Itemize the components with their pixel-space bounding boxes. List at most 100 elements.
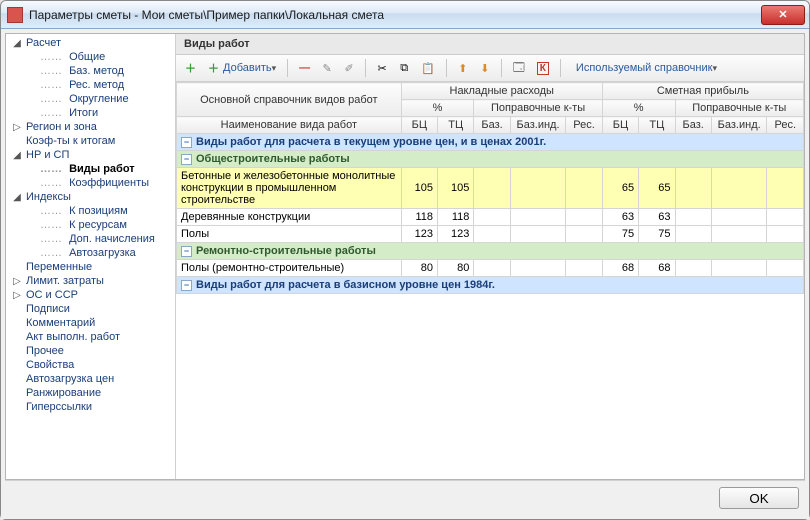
header-nr-bc[interactable]: БЦ <box>401 117 437 134</box>
grid-cell[interactable]: 118 <box>401 209 437 226</box>
grid-cell[interactable] <box>566 168 602 209</box>
sidebar-item[interactable]: …… К позициям <box>6 204 175 218</box>
add-button[interactable]: ＋ Добавить <box>203 58 281 78</box>
grid-cell[interactable]: 68 <box>602 260 638 277</box>
sidebar-item[interactable]: ◢Расчет <box>6 36 175 50</box>
grid-cell[interactable]: 75 <box>639 226 675 243</box>
sidebar-item[interactable]: …… Общие <box>6 50 175 64</box>
grid-cell[interactable] <box>566 226 602 243</box>
grid-data-row[interactable]: Бетонные и железобетонные монолитные кон… <box>177 168 804 209</box>
grid-section-row[interactable]: −Виды работ для расчета в базисном уровн… <box>177 277 804 294</box>
sidebar-item[interactable]: Автозагрузка цен <box>6 372 175 386</box>
sidebar-item[interactable]: Коэф-ты к итогам <box>6 134 175 148</box>
sidebar-item[interactable]: Прочее <box>6 344 175 358</box>
sidebar-item[interactable]: Переменные <box>6 260 175 274</box>
erase-button[interactable]: ✐ <box>339 58 359 78</box>
header-sp-tc[interactable]: ТЦ <box>639 117 675 134</box>
header-group-sp[interactable]: Сметная прибыль <box>602 83 803 100</box>
sidebar-item[interactable]: ◢НР и СП <box>6 148 175 162</box>
cut-button[interactable]: ✂ <box>372 58 392 78</box>
grid-cell[interactable] <box>711 209 767 226</box>
preview-button[interactable]: 🗔 <box>508 58 530 78</box>
collapse-icon[interactable]: − <box>181 137 192 148</box>
grid-cell[interactable]: 75 <box>602 226 638 243</box>
sidebar-item[interactable]: …… Виды работ <box>6 162 175 176</box>
grid-cell[interactable]: 105 <box>438 168 474 209</box>
sidebar-item[interactable]: ▷Регион и зона <box>6 120 175 134</box>
grid-scroll[interactable]: Основной справочник видов работ Накладны… <box>176 82 804 479</box>
sidebar-item[interactable]: ◢Индексы <box>6 190 175 204</box>
grid-cell[interactable] <box>510 226 566 243</box>
grid-cell[interactable] <box>711 226 767 243</box>
move-up-button[interactable]: ⬆ <box>453 58 473 78</box>
sidebar-item[interactable]: …… Рес. метод <box>6 78 175 92</box>
grid-cell[interactable]: 65 <box>602 168 638 209</box>
header-sp-bazind[interactable]: Баз.инд. <box>711 117 767 134</box>
ok-button[interactable]: OK <box>719 487 799 509</box>
sidebar-item[interactable]: …… Округление <box>6 92 175 106</box>
sidebar-item[interactable]: Акт выполн. работ <box>6 330 175 344</box>
header-nr-bazind[interactable]: Баз.инд. <box>510 117 566 134</box>
grid-cell[interactable] <box>767 260 804 277</box>
sidebar-item[interactable]: …… Коэффициенты <box>6 176 175 190</box>
collapse-icon[interactable]: − <box>181 280 192 291</box>
grid-cell[interactable]: Деревянные конструкции <box>177 209 402 226</box>
grid-cell[interactable]: Бетонные и железобетонные монолитные кон… <box>177 168 402 209</box>
grid-cell[interactable]: 123 <box>438 226 474 243</box>
grid-cell[interactable] <box>474 260 510 277</box>
grid-data-row[interactable]: Деревянные конструкции1181186363 <box>177 209 804 226</box>
grid-cell[interactable] <box>767 226 804 243</box>
paste-button[interactable]: 📋 <box>416 58 440 78</box>
grid-cell[interactable] <box>711 260 767 277</box>
sidebar-item[interactable]: ▷ОС и ССР <box>6 288 175 302</box>
grid-cell[interactable] <box>566 260 602 277</box>
sidebar-item[interactable]: …… Доп. начисления <box>6 232 175 246</box>
header-sp-baz[interactable]: Баз. <box>675 117 711 134</box>
header-sp-k[interactable]: Поправочные к-ты <box>675 100 804 117</box>
grid-cell[interactable] <box>767 209 804 226</box>
grid-cell[interactable]: 80 <box>401 260 437 277</box>
grid-cell[interactable] <box>474 168 510 209</box>
grid-cell[interactable] <box>675 260 711 277</box>
grid-data-row[interactable]: Полы (ремонтно-строительные)80806868 <box>177 260 804 277</box>
grid-cell[interactable]: 105 <box>401 168 437 209</box>
copy-button[interactable]: ⧉ <box>394 58 414 78</box>
grid-cell[interactable] <box>474 209 510 226</box>
grid-cell[interactable] <box>767 168 804 209</box>
grid-cell[interactable] <box>474 226 510 243</box>
edit-button[interactable]: ✎ <box>317 58 337 78</box>
sidebar-item[interactable]: …… Баз. метод <box>6 64 175 78</box>
collapse-icon[interactable]: − <box>181 246 192 257</box>
grid-cell[interactable] <box>675 226 711 243</box>
grid-cell[interactable] <box>566 209 602 226</box>
move-down-button[interactable]: ⬇ <box>475 58 495 78</box>
grid-cell[interactable] <box>675 168 711 209</box>
sidebar-item[interactable]: Подписи <box>6 302 175 316</box>
delete-button[interactable]: — <box>294 58 315 78</box>
sidebar-item[interactable]: …… К ресурсам <box>6 218 175 232</box>
grid-data-row[interactable]: Полы1231237575 <box>177 226 804 243</box>
grid-cell[interactable]: 123 <box>401 226 437 243</box>
close-button[interactable]: ✕ <box>761 5 805 25</box>
grid-section-row[interactable]: −Виды работ для расчета в текущем уровне… <box>177 134 804 151</box>
sidebar-item[interactable]: Ранжирование <box>6 386 175 400</box>
header-nr-k[interactable]: Поправочные к-ты <box>474 100 602 117</box>
sidebar-item[interactable]: Гиперссылки <box>6 400 175 414</box>
sidebar-item[interactable]: Свойства <box>6 358 175 372</box>
collapse-icon[interactable]: − <box>181 154 192 165</box>
sidebar-item[interactable]: ▷Лимит. затраты <box>6 274 175 288</box>
header-sp-res[interactable]: Рес. <box>767 117 804 134</box>
add-split-button[interactable]: ＋ <box>180 58 201 78</box>
reference-dropdown[interactable]: Используемый справочник <box>567 58 722 78</box>
sidebar-tree[interactable]: ◢Расчет…… Общие…… Баз. метод…… Рес. мето… <box>6 34 176 479</box>
grid-cell[interactable]: 68 <box>639 260 675 277</box>
k-button[interactable]: К <box>532 58 554 78</box>
grid-cell[interactable]: Полы <box>177 226 402 243</box>
grid-section-row[interactable]: −Ремонтно-строительные работы <box>177 243 804 260</box>
grid-cell[interactable] <box>510 209 566 226</box>
header-group-ref[interactable]: Основной справочник видов работ <box>177 83 402 117</box>
grid-cell[interactable] <box>711 168 767 209</box>
grid-section-row[interactable]: −Общестроительные работы <box>177 151 804 168</box>
grid-cell[interactable] <box>510 260 566 277</box>
header-group-nr[interactable]: Накладные расходы <box>401 83 602 100</box>
